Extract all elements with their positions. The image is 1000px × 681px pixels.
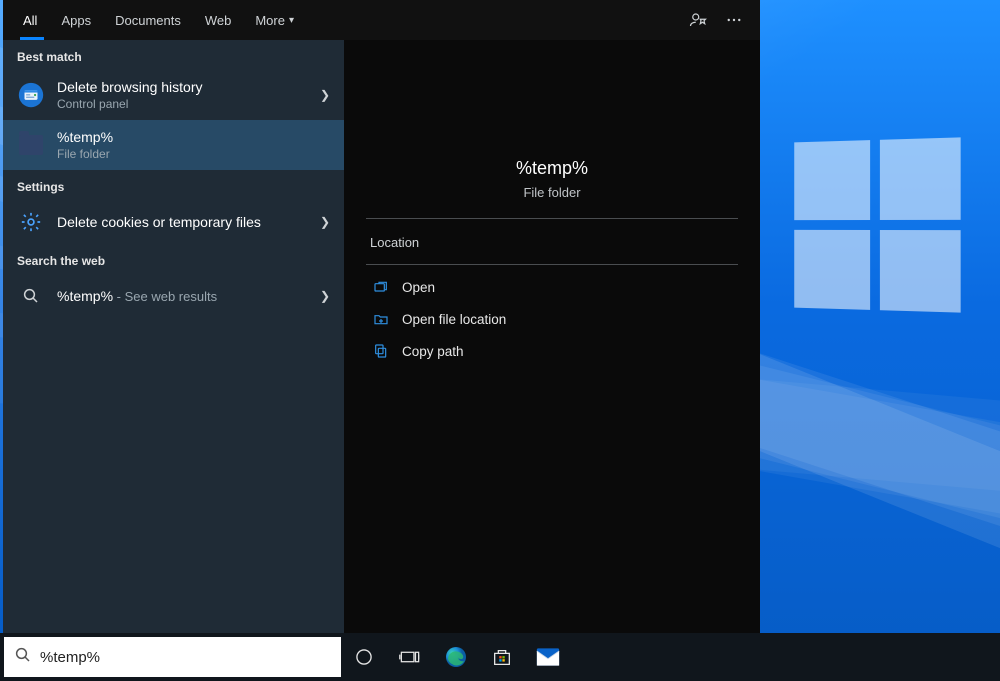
cortana-icon[interactable]	[341, 633, 387, 681]
preview-title: %temp%	[344, 158, 760, 179]
result-title: Delete browsing history	[57, 78, 314, 96]
tab-apps[interactable]: Apps	[49, 0, 103, 40]
best-match-label: Best match	[3, 40, 344, 70]
copy-icon	[370, 343, 392, 359]
chevron-right-icon: ❯	[314, 289, 330, 303]
search-tabs: All Apps Documents Web More▾	[3, 0, 760, 40]
edge-icon[interactable]	[433, 633, 479, 681]
action-copy-path[interactable]: Copy path	[358, 335, 746, 367]
tab-all[interactable]: All	[11, 0, 49, 40]
folder-icon	[17, 131, 45, 159]
task-view-icon[interactable]	[387, 633, 433, 681]
chevron-right-icon: ❯	[314, 88, 330, 102]
action-label: Open file location	[402, 312, 506, 327]
open-icon	[370, 279, 392, 295]
result-title: %temp%	[57, 128, 330, 146]
result-temp-folder[interactable]: %temp% File folder	[3, 120, 344, 170]
options-icon[interactable]	[716, 0, 752, 40]
result-subtitle: File folder	[57, 146, 330, 162]
result-title: %temp% - See web results	[57, 287, 314, 306]
tab-documents[interactable]: Documents	[103, 0, 193, 40]
feedback-icon[interactable]	[680, 0, 716, 40]
result-delete-cookies[interactable]: Delete cookies or temporary files ❯	[3, 200, 344, 244]
action-open[interactable]: Open	[358, 271, 746, 303]
action-open-file-location[interactable]: Open file location	[358, 303, 746, 335]
results-pane: Best match Delete browsing history Contr…	[3, 40, 344, 633]
taskbar-search-box[interactable]	[4, 637, 341, 677]
preview-pane: %temp% File folder Location Open	[344, 40, 760, 633]
result-title: Delete cookies or temporary files	[57, 213, 314, 231]
location-label: Location	[344, 219, 760, 264]
store-icon[interactable]	[479, 633, 525, 681]
result-web-temp[interactable]: %temp% - See web results ❯	[3, 274, 344, 318]
result-subtitle: Control panel	[57, 96, 314, 112]
tab-web[interactable]: Web	[193, 0, 244, 40]
preview-subtitle: File folder	[344, 185, 760, 200]
search-web-label: Search the web	[3, 244, 344, 274]
search-icon	[17, 282, 45, 310]
search-input[interactable]	[40, 649, 331, 666]
mail-icon[interactable]	[525, 633, 571, 681]
chevron-down-icon: ▾	[289, 15, 294, 26]
result-delete-browsing-history[interactable]: Delete browsing history Control panel ❯	[3, 70, 344, 120]
settings-label: Settings	[3, 170, 344, 200]
action-label: Copy path	[402, 344, 464, 359]
search-icon	[14, 646, 32, 669]
windows-logo	[794, 137, 960, 312]
gear-icon	[17, 208, 45, 236]
control-panel-icon	[17, 81, 45, 109]
tab-more[interactable]: More▾	[243, 0, 306, 40]
action-label: Open	[402, 280, 435, 295]
taskbar	[0, 633, 1000, 681]
open-location-icon	[370, 311, 392, 327]
chevron-right-icon: ❯	[314, 215, 330, 229]
